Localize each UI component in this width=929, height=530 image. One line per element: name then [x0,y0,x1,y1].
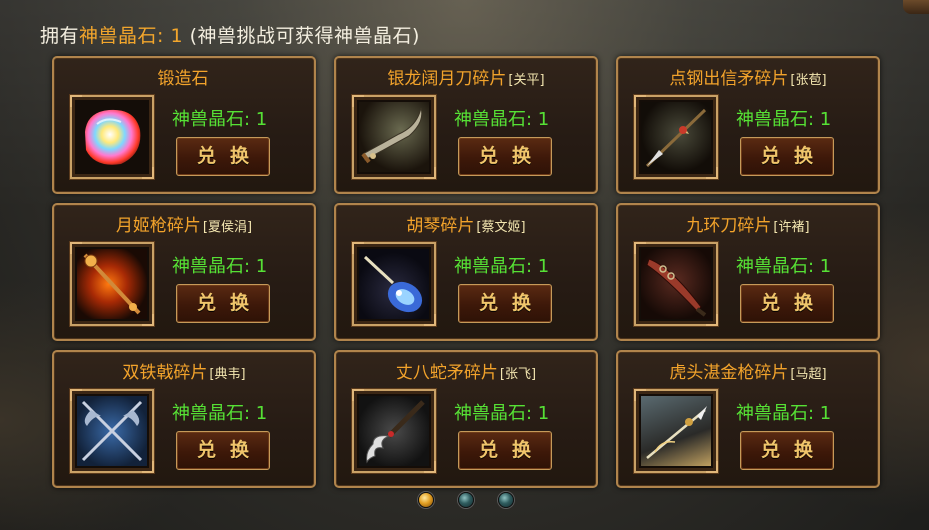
page-dot-3[interactable] [498,492,514,508]
item-name: 胡琴碎片 [406,216,475,236]
item-name: 锻造石 [157,69,209,89]
cost-label: 神兽晶石: 1 [736,256,832,277]
item-hero: [典韦] [209,367,246,382]
exchange-button[interactable]: 兑换 [458,137,552,176]
item-hero: [许褚] [773,220,810,235]
exchange-button[interactable]: 兑换 [458,431,552,470]
page-dot-1[interactable] [418,492,434,508]
item-icon-frame[interactable] [634,95,718,179]
exchange-button[interactable]: 兑换 [176,284,270,323]
item-name: 丈八蛇矛碎片 [395,363,498,383]
item-icon-frame[interactable] [352,242,436,326]
exchange-button[interactable]: 兑换 [458,284,552,323]
item-icon-frame[interactable] [634,389,718,473]
item-name: 月姬枪碎片 [115,216,201,236]
currency-hint: (神兽挑战可获得神兽晶石) [183,25,420,47]
item-hero: [夏侯涓] [202,220,253,235]
item-hero: [张飞] [499,367,537,382]
exchange-button[interactable]: 兑换 [740,431,834,470]
item-title: 丈八蛇矛碎片 [张飞] [336,358,596,383]
cost-label: 神兽晶石: 1 [172,109,268,130]
item-name: 双铁戟碎片 [122,363,208,383]
item-title: 月姬枪碎片 [夏侯涓] [54,211,314,236]
header-colon: : [157,25,171,47]
page-indicator [0,492,929,508]
exchange-card: 胡琴碎片 [蔡文姬] 神兽晶石: 1 兑换 [334,203,598,341]
exchange-card: 九环刀碎片 [许褚] 神兽晶石: 1 兑换 [616,203,880,341]
spear-icon [641,102,711,172]
header-prefix: 拥有 [40,25,80,47]
cost-label: 神兽晶石: 1 [736,403,832,424]
exchange-card: 丈八蛇矛碎片 [张飞] 神兽晶石: 1 兑换 [334,350,598,488]
forging-stone-icon [77,102,147,172]
item-hero: [关平] [508,73,545,88]
item-hero: [马超] [790,367,827,382]
exchange-button[interactable]: 兑换 [740,137,834,176]
item-hero: [蔡文姬] [476,220,526,235]
cost-label: 神兽晶石: 1 [172,256,268,277]
exchange-button[interactable]: 兑换 [176,431,270,470]
moon-lance-icon [77,249,147,319]
exchange-card: 月姬枪碎片 [夏侯涓] 神兽晶石: 1 兑换 [52,203,316,341]
item-name: 点钢出信矛碎片 [669,69,789,89]
exchange-button[interactable]: 兑换 [176,137,270,176]
page-dot-2[interactable] [458,492,474,508]
item-name: 九环刀碎片 [686,216,772,236]
crescent-blade-icon [359,102,429,172]
tiger-spear-icon [641,396,711,466]
item-title: 点钢出信矛碎片 [张苞] [618,64,878,89]
cost-label: 神兽晶石: 1 [454,109,550,130]
ring-blade-icon [641,249,711,319]
twin-halberds-icon [77,396,147,466]
item-icon-frame[interactable] [352,389,436,473]
item-hero: [张苞] [790,73,827,88]
item-name: 虎头湛金枪碎片 [669,363,789,383]
exchange-card: 银龙阔月刀碎片 [关平] 神兽晶石: 1 兑换 [334,56,598,194]
item-title: 虎头湛金枪碎片 [马超] [618,358,878,383]
item-icon-frame[interactable] [352,95,436,179]
item-icon-frame[interactable] [70,389,154,473]
currency-count: 1 [170,25,184,47]
item-title: 胡琴碎片 [蔡文姬] [336,211,596,236]
item-title: 锻造石 [54,64,314,89]
item-title: 双铁戟碎片 [典韦] [54,358,314,383]
cost-label: 神兽晶石: 1 [454,403,550,424]
window-corner-ornament [903,0,929,14]
item-title: 九环刀碎片 [许褚] [618,211,878,236]
exchange-card: 点钢出信矛碎片 [张苞] 神兽晶石: 1 兑换 [616,56,880,194]
currency-name: 神兽晶石 [79,25,158,47]
exchange-card: 锻造石 神兽晶石: 1 兑换 [52,56,316,194]
cost-label: 神兽晶石: 1 [172,403,268,424]
item-icon-frame[interactable] [70,242,154,326]
item-icon-frame[interactable] [634,242,718,326]
item-icon-frame[interactable] [70,95,154,179]
exchange-card: 双铁戟碎片 [典韦] 神兽晶石: 1 兑换 [52,350,316,488]
exchange-card: 虎头湛金枪碎片 [马超] 神兽晶石: 1 兑换 [616,350,880,488]
serpent-spear-icon [359,396,429,466]
currency-header: 拥有神兽晶石: 1 (神兽挑战可获得神兽晶石) [40,21,420,48]
exchange-button[interactable]: 兑换 [740,284,834,323]
cost-label: 神兽晶石: 1 [454,256,550,277]
item-title: 银龙阔月刀碎片 [关平] [336,64,596,89]
pipa-icon [359,249,429,319]
cost-label: 神兽晶石: 1 [736,109,832,130]
item-name: 银龙阔月刀碎片 [387,69,507,89]
